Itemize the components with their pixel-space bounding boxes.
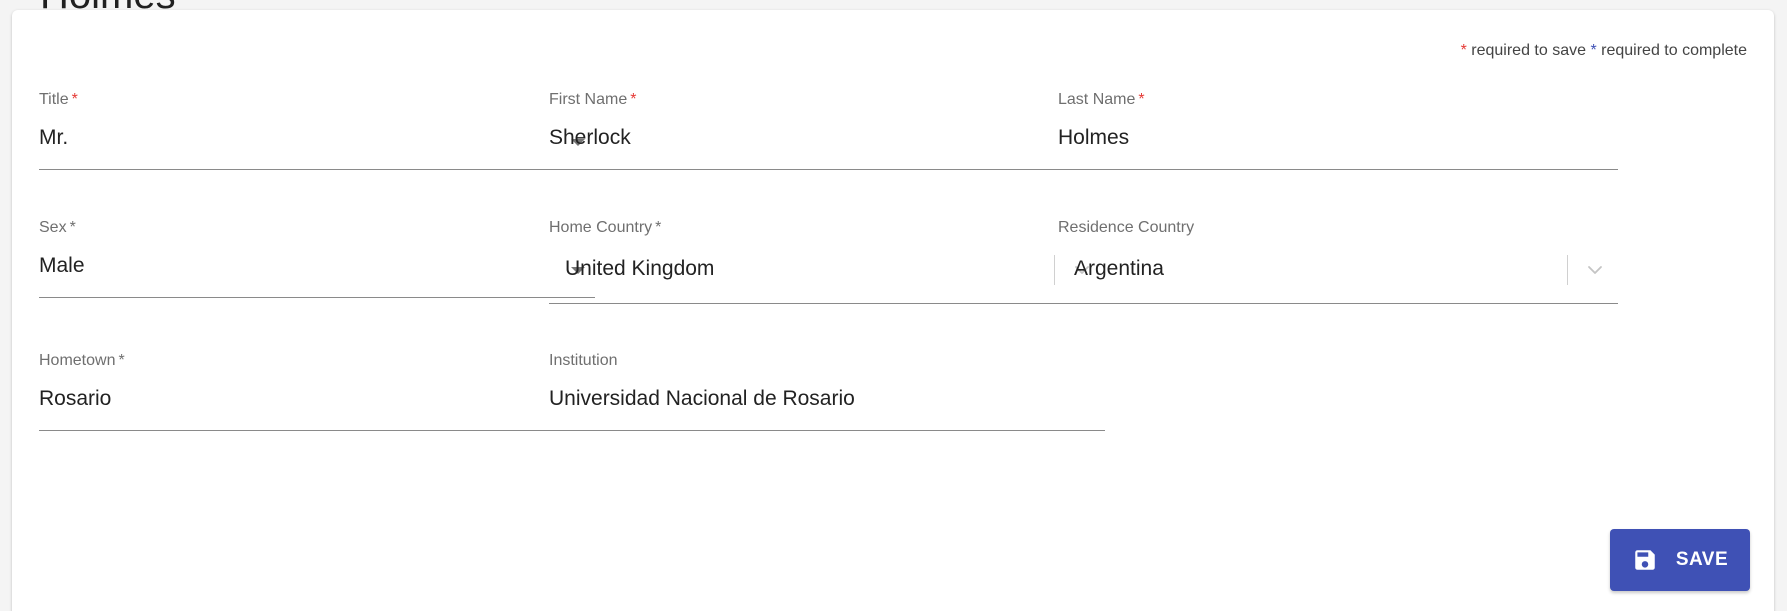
indicator-separator: [1054, 255, 1055, 285]
residence-country-value: Argentina: [1074, 257, 1164, 280]
required-legend: * required to save * required to complet…: [1461, 42, 1747, 60]
home-country-label: Home Country *: [549, 219, 662, 236]
required-to-save-star: *: [71, 91, 78, 108]
required-to-complete-star: *: [69, 219, 76, 236]
sex-value: Male: [39, 254, 85, 277]
first-name-input[interactable]: First Name * Sherlock: [549, 91, 1105, 181]
residence-country-underline: [1058, 303, 1618, 304]
sex-underline: [39, 297, 595, 298]
hometown-value: Rosario: [39, 387, 112, 410]
first-name-value: Sherlock: [549, 126, 631, 149]
required-to-save-star: *: [1460, 42, 1467, 59]
save-button-label: SAVE: [1675, 549, 1729, 570]
first-name-label: First Name *: [549, 91, 637, 108]
page: Holmes * required to save * required to …: [0, 0, 1787, 611]
required-to-complete-star: *: [118, 352, 125, 369]
last-name-underline: [1058, 169, 1618, 170]
sex-select[interactable]: Sex * Male: [39, 219, 595, 309]
indicator-separator: [1567, 255, 1568, 285]
last-name-value: Holmes: [1058, 126, 1130, 149]
hometown-underline: [39, 430, 595, 431]
required-to-save-star: *: [630, 91, 637, 108]
required-to-complete-star: *: [1590, 42, 1597, 59]
hometown-label: Hometown *: [39, 352, 125, 369]
chevron-down-icon[interactable]: [1585, 260, 1605, 280]
institution-input[interactable]: Institution Universidad Nacional de Rosa…: [549, 352, 1105, 442]
required-to-complete-text: required to complete: [1601, 42, 1747, 59]
institution-value: Universidad Nacional de Rosario: [549, 387, 855, 410]
institution-underline: [549, 430, 1105, 431]
title-label: Title *: [39, 91, 78, 108]
home-country-underline: [549, 303, 1105, 304]
first-name-underline: [549, 169, 1105, 170]
title-underline: [39, 169, 595, 170]
home-country-value: United Kingdom: [565, 257, 715, 280]
residence-country-label: Residence Country: [1058, 219, 1195, 236]
required-to-save-text: required to save: [1471, 42, 1586, 59]
residence-country-select[interactable]: Residence Country Argentina: [1058, 219, 1618, 309]
sex-label: Sex *: [39, 219, 76, 236]
last-name-label: Last Name *: [1058, 91, 1145, 108]
required-to-save-star: *: [1138, 91, 1145, 108]
last-name-input[interactable]: Last Name * Holmes: [1058, 91, 1618, 181]
required-to-complete-star: *: [655, 219, 662, 236]
institution-label: Institution: [549, 352, 618, 369]
home-country-select[interactable]: Home Country * United Kingdom: [549, 219, 1105, 309]
title-select[interactable]: Title * Mr.: [39, 91, 595, 181]
save-icon: [1635, 550, 1655, 570]
save-button[interactable]: SAVE: [1610, 529, 1750, 591]
title-value: Mr.: [39, 126, 69, 149]
hometown-input[interactable]: Hometown * Rosario: [39, 352, 595, 442]
profile-form-card: * required to save * required to complet…: [12, 10, 1774, 611]
